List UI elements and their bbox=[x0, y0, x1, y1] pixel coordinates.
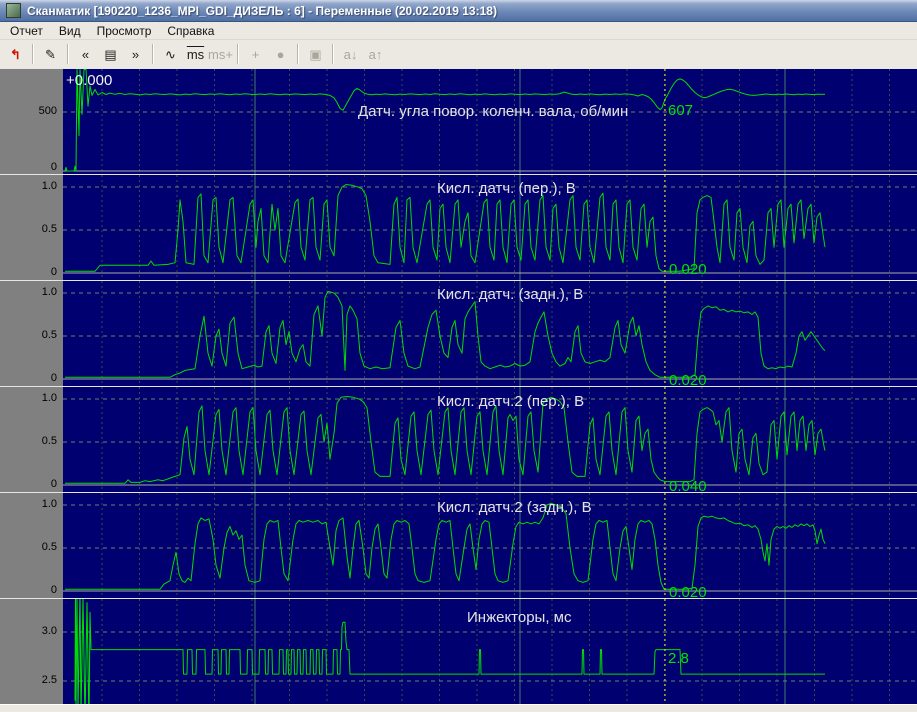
y-tick-label: 0 bbox=[50, 478, 57, 490]
chart-panel-4: 1.0 0.5 0 Кисл. датч.2 (задн.), В 0.020 bbox=[0, 492, 917, 598]
exit-arrow-button[interactable]: ↰ bbox=[3, 42, 28, 66]
ms-minus-icon: ms bbox=[186, 46, 205, 62]
signal-wave-button[interactable]: ∿ bbox=[158, 42, 183, 66]
title-bar: Сканматик [190220_1236_MPI_GDI_ДИЗЕЛЬ : … bbox=[0, 0, 917, 22]
app-icon bbox=[6, 3, 21, 18]
y-tick-label: 1.0 bbox=[41, 286, 57, 299]
report-button[interactable]: ✎ bbox=[38, 42, 63, 66]
toolbar: ↰ ✎ « ▤ » ∿ ms ms+ + ● ▣ a↓ a↑ bbox=[0, 40, 917, 68]
trace-line-0 bbox=[64, 69, 826, 172]
menu-item-1[interactable]: Вид bbox=[51, 23, 89, 39]
chart-panel-5: 3.0 2.5 Инжекторы, мс 2.8 bbox=[0, 598, 917, 704]
trace-line-4 bbox=[65, 502, 826, 590]
y-axis-gutter-4: 1.0 0.5 0 bbox=[0, 493, 63, 598]
y-tick-label: 1.0 bbox=[41, 180, 57, 193]
prev-page-icon: « bbox=[81, 46, 90, 62]
ms-plus-icon: ms+ bbox=[208, 46, 233, 62]
cursor-value-0: 607 bbox=[668, 102, 694, 119]
trace-title-0: Датч. угла повор. коленч. вала, об/мин bbox=[358, 103, 629, 120]
toolbar-separator bbox=[67, 44, 69, 64]
trace-title-4: Кисл. датч.2 (задн.), В bbox=[437, 499, 592, 516]
ms-minus-button[interactable]: ms bbox=[183, 42, 208, 66]
ms-plus-button: ms+ bbox=[208, 42, 233, 66]
plot-area-5[interactable]: Инжекторы, мс 2.8 bbox=[63, 599, 917, 704]
bottom-scrollbar[interactable] bbox=[0, 704, 917, 712]
y-tick-label: 0 bbox=[50, 372, 57, 384]
y-axis-gutter-0: 500 0 bbox=[0, 69, 63, 174]
cursor-value-4: 0.020 bbox=[669, 584, 707, 598]
cursor-value-5: 2.8 bbox=[668, 650, 689, 667]
chart-panel-0: 500 0 Датч. угла повор. коленч. вала, об/м… bbox=[0, 68, 917, 174]
toolbar-separator bbox=[237, 44, 239, 64]
plot-area-2[interactable]: Кисл. датч. (задн.), В 0.020 bbox=[63, 281, 917, 386]
plot-area-4[interactable]: Кисл. датч.2 (задн.), В 0.020 bbox=[63, 493, 917, 598]
font-larger-icon: a↑ bbox=[368, 46, 383, 62]
y-axis-gutter-5: 3.0 2.5 bbox=[0, 599, 63, 704]
next-page-icon: » bbox=[131, 46, 140, 62]
menu-item-3[interactable]: Справка bbox=[159, 23, 222, 39]
chart-panel-1: 1.0 0.5 0 Кисл. датч. (пер.), В 0.020 bbox=[0, 174, 917, 280]
list-view-icon: ▤ bbox=[104, 46, 117, 62]
y-tick-label: 0.5 bbox=[41, 329, 57, 342]
y-axis-gutter-3: 1.0 0.5 0 bbox=[0, 387, 63, 492]
save-image-icon: ▣ bbox=[309, 46, 322, 62]
chart-panel-2: 1.0 0.5 0 Кисл. датч. (задн.), В 0.020 bbox=[0, 280, 917, 386]
add-marker-icon: + bbox=[251, 46, 260, 62]
cursor-value-2: 0.020 bbox=[669, 372, 707, 386]
y-axis-gutter-2: 1.0 0.5 0 bbox=[0, 281, 63, 386]
trace-line-5 bbox=[74, 599, 825, 704]
font-smaller-icon: a↓ bbox=[343, 46, 358, 62]
trace-title-2: Кисл. датч. (задн.), В bbox=[437, 286, 584, 303]
trace-line-1 bbox=[65, 184, 826, 272]
record-button: ● bbox=[268, 42, 293, 66]
menu-bar: Отчет Вид Просмотр Справка bbox=[0, 22, 917, 40]
save-image-button: ▣ bbox=[303, 42, 328, 66]
prev-page-button[interactable]: « bbox=[73, 42, 98, 66]
font-larger-button: a↑ bbox=[363, 42, 388, 66]
plot-area-0[interactable]: Датч. угла повор. коленч. вала, об/мин 60… bbox=[63, 69, 917, 174]
y-tick-label: 0 bbox=[50, 584, 57, 596]
toolbar-separator bbox=[297, 44, 299, 64]
trace-title-5: Инжекторы, мс bbox=[467, 609, 572, 626]
trace-title-3: Кисл. датч.2 (пер.), В bbox=[437, 393, 585, 410]
menu-item-2[interactable]: Просмотр bbox=[89, 23, 160, 39]
y-tick-label: 3.0 bbox=[41, 625, 57, 637]
time-offset-label: +0.000 bbox=[66, 72, 113, 89]
y-tick-label: 500 bbox=[38, 104, 57, 117]
y-tick-label: 1.0 bbox=[41, 498, 57, 511]
y-axis-gutter-1: 1.0 0.5 0 bbox=[0, 175, 63, 280]
add-marker-button: + bbox=[243, 42, 268, 66]
plot-area-1[interactable]: Кисл. датч. (пер.), В 0.020 bbox=[63, 175, 917, 280]
y-tick-label: 0.5 bbox=[41, 541, 57, 554]
toolbar-separator bbox=[152, 44, 154, 64]
y-tick-label: 0.5 bbox=[41, 435, 57, 448]
exit-arrow-icon: ↰ bbox=[10, 46, 21, 62]
y-tick-label: 1.0 bbox=[41, 392, 57, 405]
record-icon: ● bbox=[276, 46, 285, 62]
font-smaller-button: a↓ bbox=[338, 42, 363, 66]
trace-line-2 bbox=[65, 290, 826, 378]
toolbar-separator bbox=[332, 44, 334, 64]
y-tick-label: 0 bbox=[50, 161, 57, 173]
cursor-value-3: 0.040 bbox=[669, 478, 707, 492]
next-page-button[interactable]: » bbox=[123, 42, 148, 66]
signal-wave-icon: ∿ bbox=[165, 46, 176, 62]
chart-panel-3: 1.0 0.5 0 Кисл. датч.2 (пер.), В 0.040 bbox=[0, 386, 917, 492]
menu-item-0[interactable]: Отчет bbox=[2, 23, 51, 39]
y-tick-label: 0 bbox=[50, 266, 57, 278]
cursor-value-1: 0.020 bbox=[669, 261, 707, 278]
toolbar-separator bbox=[32, 44, 34, 64]
y-tick-label: 2.5 bbox=[41, 673, 57, 686]
plot-area-3[interactable]: Кисл. датч.2 (пер.), В 0.040 bbox=[63, 387, 917, 492]
report-icon: ✎ bbox=[45, 46, 56, 62]
window-title: Сканматик [190220_1236_MPI_GDI_ДИЗЕЛЬ : … bbox=[27, 3, 497, 18]
list-view-button[interactable]: ▤ bbox=[98, 42, 123, 66]
trace-title-1: Кисл. датч. (пер.), В bbox=[437, 180, 576, 197]
chart-area: 500 0 Датч. угла повор. коленч. вала, об/м… bbox=[0, 68, 917, 704]
y-tick-label: 0.5 bbox=[41, 223, 57, 236]
